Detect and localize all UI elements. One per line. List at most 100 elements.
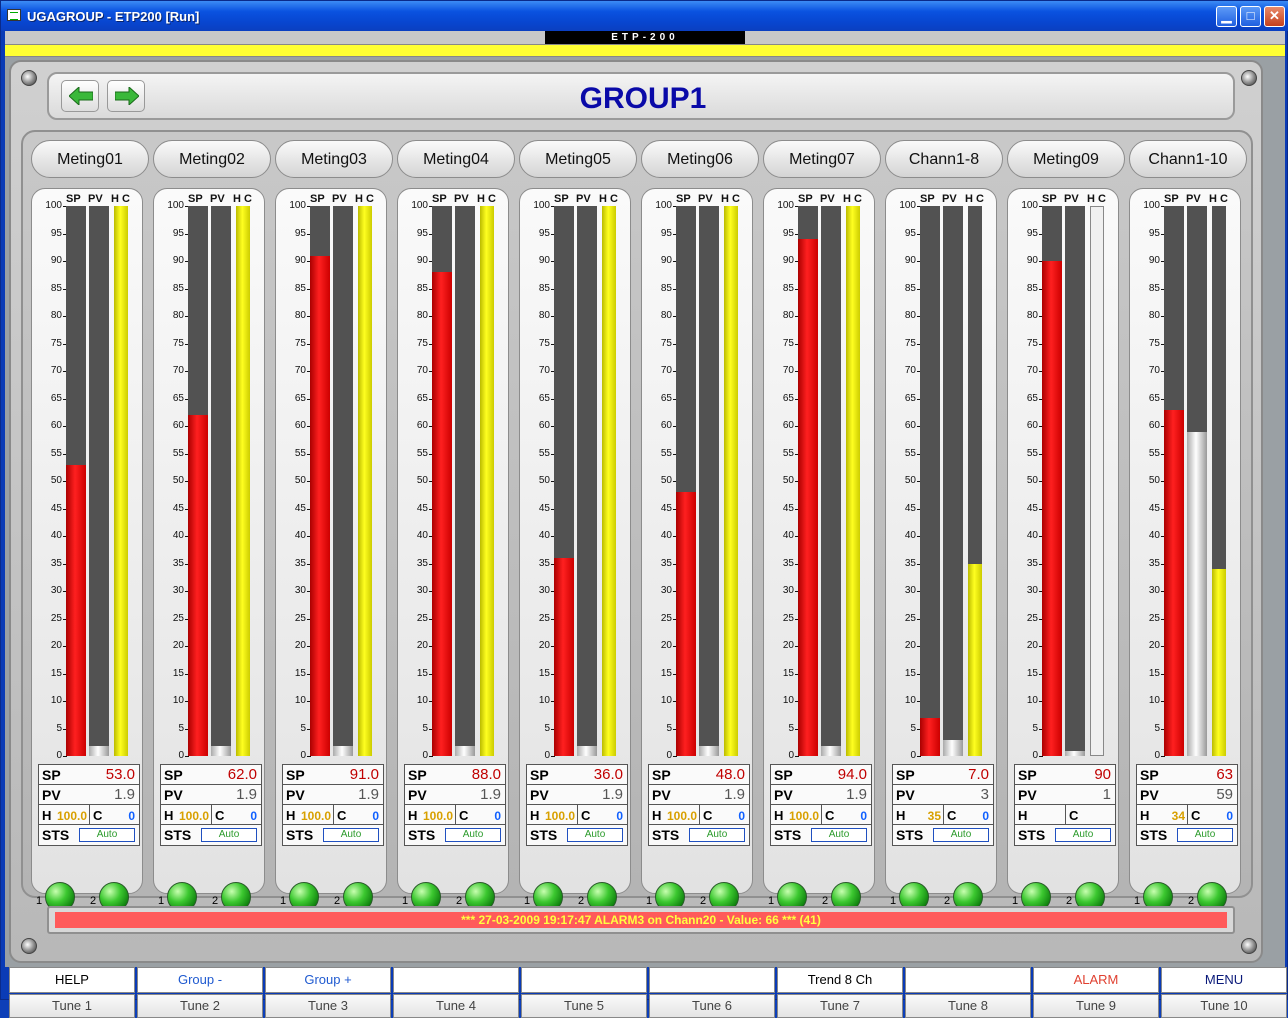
tune-3-button[interactable]: Tune 3 — [265, 994, 391, 1018]
main-panel: GROUP1 Meting01 SP PV H C 100 95 90 85 80 75 70 65 6… — [5, 57, 1285, 967]
pv-bar-fill — [1065, 750, 1085, 756]
sp-row[interactable]: SP 7.0 — [893, 765, 993, 785]
c-label: C — [337, 808, 347, 823]
sp-row[interactable]: SP 62.0 — [161, 765, 261, 785]
tune-2-button[interactable]: Tune 2 — [137, 994, 263, 1018]
scale-tick-label: 65 — [294, 392, 306, 404]
sp-row[interactable]: SP 94.0 — [771, 765, 871, 785]
scale-tick-mark — [185, 756, 189, 757]
sts-mode-button[interactable]: Auto — [811, 828, 867, 842]
sts-mode-button[interactable]: Auto — [323, 828, 379, 842]
sts-mode-button[interactable]: Auto — [1177, 828, 1233, 842]
sp-row[interactable]: SP 91.0 — [283, 765, 383, 785]
scale-tick-label: 15 — [538, 667, 550, 679]
channel-name-button[interactable]: Meting06 — [641, 140, 759, 178]
fkey-4-button[interactable] — [393, 967, 519, 993]
scale-tick-label: 55 — [50, 447, 62, 459]
fkey-6-button[interactable] — [649, 967, 775, 993]
alarm-message[interactable]: *** 27-03-2009 19:17:47 ALARM3 on Chann2… — [55, 912, 1227, 928]
fkey-1-button[interactable]: HELP — [9, 967, 135, 993]
tune-5-button[interactable]: Tune 5 — [521, 994, 647, 1018]
h-label: H — [896, 808, 906, 823]
sts-mode-button[interactable]: Auto — [445, 828, 501, 842]
fkey-5-button[interactable] — [521, 967, 647, 993]
c-value: 0 — [494, 809, 501, 823]
scale-tick-label: 60 — [172, 420, 184, 431]
pv-row: PV 1 — [1015, 785, 1115, 805]
fkey-2-button[interactable]: Group - — [137, 967, 263, 993]
maximize-button[interactable]: □ — [1240, 6, 1261, 27]
scale-tick-label: 50 — [172, 475, 184, 486]
channel-name-button[interactable]: Meting09 — [1007, 140, 1125, 178]
scale-tick-label: 95 — [294, 227, 306, 239]
scale-tick-label: 90 — [172, 255, 184, 266]
sp-value: 36.0 — [593, 766, 623, 783]
pv-bar-fill — [699, 745, 719, 756]
minimize-button[interactable]: ▁ — [1216, 6, 1237, 27]
value-box: SP 48.0 PV 1.9 H 100.0 C 0 STS Auto — [648, 764, 750, 846]
sts-mode-button[interactable]: Auto — [933, 828, 989, 842]
scale-tick-label: 60 — [294, 420, 306, 431]
scale-tick-label: 90 — [1026, 255, 1038, 266]
fkey-9-button[interactable]: ALARM — [1033, 967, 1159, 993]
sp-bar-fill — [920, 717, 940, 756]
scale-tick-label: 80 — [660, 310, 672, 321]
scale-tick-label: 35 — [782, 557, 794, 569]
sp-row[interactable]: SP 88.0 — [405, 765, 505, 785]
tune-8-button[interactable]: Tune 8 — [905, 994, 1031, 1018]
pv-bar — [211, 206, 231, 756]
sts-mode-button[interactable]: Auto — [201, 828, 257, 842]
channel-name-button[interactable]: Meting04 — [397, 140, 515, 178]
sts-row: STS Auto — [283, 825, 383, 845]
pv-bar-fill — [577, 745, 597, 756]
scale-tick-label: 95 — [416, 227, 428, 239]
tune-9-button[interactable]: Tune 9 — [1033, 994, 1159, 1018]
channel-name-button[interactable]: Chann1-10 — [1129, 140, 1247, 178]
device-band: ETP-200 — [5, 31, 1285, 44]
sp-value: 53.0 — [105, 766, 135, 783]
sts-mode-button[interactable]: Auto — [79, 828, 135, 842]
scale-tick-label: 5 — [300, 722, 306, 734]
channel-panel: SP PV H C 100 95 90 85 80 75 70 65 60 55 50 45 40 35 30 25… — [153, 188, 265, 912]
scale-tick-label: 20 — [660, 640, 672, 651]
sts-mode-button[interactable]: Auto — [567, 828, 623, 842]
sts-row: STS Auto — [1015, 825, 1115, 845]
channel-name-button[interactable]: Meting05 — [519, 140, 637, 178]
sts-label: STS — [530, 827, 558, 843]
channel-name-button[interactable]: Meting07 — [763, 140, 881, 178]
tune-4-button[interactable]: Tune 4 — [393, 994, 519, 1018]
channel-name-button[interactable]: Meting03 — [275, 140, 393, 178]
scale-tick-label: 70 — [416, 365, 428, 376]
title-bar[interactable]: UGAGROUP - ETP200 [Run] ▁ □ ✕ — [1, 1, 1288, 31]
channel-strips: Meting01 SP PV H C 100 95 90 85 80 75 70 65 60 55 50 45… — [21, 130, 1253, 912]
channel-name-button[interactable]: Chann1-8 — [885, 140, 1003, 178]
channel-name-button[interactable]: Meting01 — [31, 140, 149, 178]
sp-row[interactable]: SP 63 — [1137, 765, 1237, 785]
sp-row[interactable]: SP 90 — [1015, 765, 1115, 785]
fkey-3-button[interactable]: Group + — [265, 967, 391, 993]
tune-7-button[interactable]: Tune 7 — [777, 994, 903, 1018]
sts-mode-button[interactable]: Auto — [689, 828, 745, 842]
sp-label: SP — [1140, 767, 1159, 783]
bar-header-sp: SP — [676, 193, 691, 205]
tune-10-button[interactable]: Tune 10 — [1161, 994, 1287, 1018]
scale-tick-label: 40 — [50, 530, 62, 541]
sp-value: 88.0 — [471, 766, 501, 783]
sp-row[interactable]: SP 36.0 — [527, 765, 627, 785]
fkey-8-button[interactable] — [905, 967, 1031, 993]
hc-bar — [724, 206, 738, 756]
sts-mode-button[interactable]: Auto — [1055, 828, 1111, 842]
channel-strip: Meting09 SP PV H C 100 95 90 85 80 75 70 65 60 55 50 45… — [999, 132, 1125, 912]
fkey-7-button[interactable]: Trend 8 Ch — [777, 967, 903, 993]
tune-1-button[interactable]: Tune 1 — [9, 994, 135, 1018]
channel-name-button[interactable]: Meting02 — [153, 140, 271, 178]
tune-6-button[interactable]: Tune 6 — [649, 994, 775, 1018]
fkey-10-button[interactable]: MENU — [1161, 967, 1287, 993]
scale-tick-label: 70 — [1148, 365, 1160, 376]
led-1-label: 1 — [36, 895, 43, 907]
sp-row[interactable]: SP 53.0 — [39, 765, 139, 785]
scale-tick-label: 100 — [289, 200, 306, 211]
sp-row[interactable]: SP 48.0 — [649, 765, 749, 785]
close-button[interactable]: ✕ — [1264, 6, 1285, 27]
scale-tick-label: 85 — [538, 282, 550, 294]
